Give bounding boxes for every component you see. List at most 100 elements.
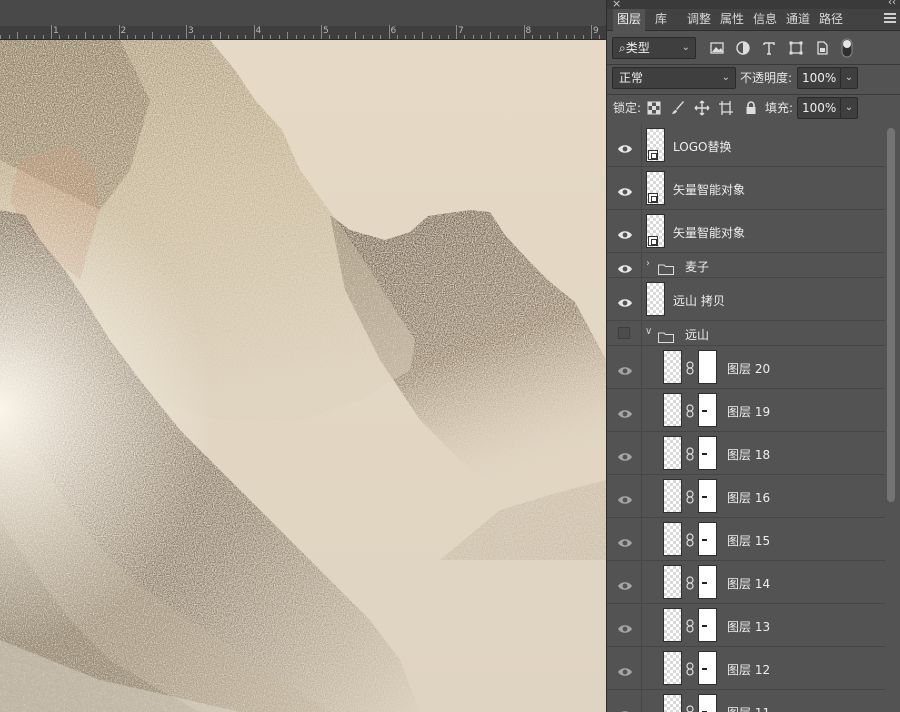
layer-row[interactable]: ∨ 远山 [607, 321, 885, 346]
visibility-cell[interactable] [607, 210, 642, 252]
mask-link-icon[interactable] [686, 360, 694, 375]
layer-mask-thumbnail[interactable] [698, 350, 717, 384]
tab-adjustments[interactable]: 调整 [683, 9, 715, 31]
visibility-cell[interactable] [607, 690, 642, 712]
layer-row[interactable]: LOGO替换 [607, 124, 885, 167]
tab-properties[interactable]: 属性 [716, 9, 748, 31]
layers-scrollbar-thumb[interactable] [887, 128, 895, 502]
layer-row[interactable]: 远山 拷贝 [607, 278, 885, 321]
eye-icon[interactable] [617, 620, 633, 633]
horizontal-ruler[interactable]: 1 2 3 4 5 6 7 8 9 [0, 25, 606, 40]
visibility-cell[interactable] [607, 124, 642, 166]
ruler-minor-tick [430, 35, 432, 39]
layer-row[interactable]: 图层 11 [607, 690, 885, 712]
visibility-cell[interactable] [607, 389, 642, 431]
adjustment-filter-icon[interactable] [735, 40, 751, 56]
smart-object-filter-icon[interactable] [814, 40, 830, 56]
layer-mask-thumbnail[interactable] [698, 436, 717, 470]
visibility-cell[interactable] [607, 278, 642, 320]
tab-libraries[interactable]: 库 [651, 9, 671, 31]
visibility-cell[interactable] [607, 253, 642, 277]
group-expanded-arrow-icon[interactable]: ∨ [645, 326, 652, 337]
ruler-minor-tick [135, 35, 137, 39]
visibility-hidden-box[interactable] [618, 327, 630, 339]
layer-mask-thumbnail[interactable] [698, 393, 717, 427]
artwork-canvas[interactable] [0, 40, 606, 712]
layer-mask-thumbnail[interactable] [698, 651, 717, 685]
layer-mask-thumbnail[interactable] [698, 608, 717, 642]
layer-row[interactable]: 图层 12 [607, 647, 885, 690]
blend-mode-select[interactable]: 正常 ⌄ [612, 67, 736, 89]
ruler-minor-tick [25, 35, 27, 39]
panel-menu-icon[interactable] [884, 13, 896, 23]
lock-artboard-icon[interactable] [718, 100, 734, 116]
layer-row[interactable]: 图层 14 [607, 561, 885, 604]
document-canvas-area[interactable]: 1 2 3 4 5 6 7 8 9 [0, 0, 606, 712]
type-filter-icon[interactable] [761, 40, 777, 56]
tab-info[interactable]: 信息 [749, 9, 781, 31]
layer-mask-thumbnail[interactable] [698, 522, 717, 556]
ruler-minor-tick [515, 35, 517, 39]
layer-mask-thumbnail[interactable] [698, 565, 717, 599]
filter-toggle-icon[interactable] [841, 38, 853, 58]
layer-row[interactable]: 图层 15 [607, 518, 885, 561]
layer-row[interactable]: 图层 19 [607, 389, 885, 432]
layer-row[interactable]: › 麦子 [607, 253, 885, 278]
panel-collapse-icon[interactable]: ‹‹ [888, 0, 896, 8]
layer-row[interactable]: 矢量智能对象 [607, 210, 885, 253]
eye-icon[interactable] [617, 405, 633, 418]
layer-row[interactable]: 图层 18 [607, 432, 885, 475]
group-collapsed-arrow-icon[interactable]: › [646, 258, 650, 269]
eye-icon[interactable] [617, 706, 633, 712]
fill-dropdown-button[interactable]: ⌄ [840, 97, 858, 119]
eye-icon[interactable] [617, 534, 633, 547]
visibility-cell[interactable] [607, 321, 642, 345]
lock-all-icon[interactable] [743, 100, 759, 116]
eye-icon[interactable] [617, 226, 633, 239]
opacity-field[interactable]: 100% [797, 67, 841, 89]
lock-position-icon[interactable] [694, 100, 710, 116]
visibility-cell[interactable] [607, 346, 642, 388]
lock-paint-icon[interactable] [670, 100, 686, 116]
mask-link-icon[interactable] [686, 704, 694, 712]
visibility-cell[interactable] [607, 561, 642, 603]
eye-icon[interactable] [617, 448, 633, 461]
ruler-minor-tick [447, 35, 449, 39]
tab-layers[interactable]: 图层 [613, 9, 646, 31]
mask-link-icon[interactable] [686, 661, 694, 676]
layer-row[interactable]: 图层 16 [607, 475, 885, 518]
mask-link-icon[interactable] [686, 532, 694, 547]
visibility-cell[interactable] [607, 518, 642, 560]
eye-icon[interactable] [617, 183, 633, 196]
eye-icon[interactable] [617, 663, 633, 676]
eye-icon[interactable] [617, 260, 633, 273]
filter-kind-select[interactable]: ⌕类型 ⌄ [612, 37, 696, 59]
layer-mask-thumbnail[interactable] [698, 694, 717, 712]
mask-link-icon[interactable] [686, 446, 694, 461]
visibility-cell[interactable] [607, 647, 642, 689]
visibility-cell[interactable] [607, 475, 642, 517]
eye-icon[interactable] [617, 491, 633, 504]
tab-channels[interactable]: 通道 [782, 9, 814, 31]
eye-icon[interactable] [617, 577, 633, 590]
visibility-cell[interactable] [607, 604, 642, 646]
eye-icon[interactable] [617, 362, 633, 375]
layer-mask-thumbnail[interactable] [698, 479, 717, 513]
mask-link-icon[interactable] [686, 403, 694, 418]
layer-row[interactable]: 图层 13 [607, 604, 885, 647]
layer-row[interactable]: 图层 20 [607, 346, 885, 389]
lock-transparent-icon[interactable] [647, 101, 661, 115]
mask-link-icon[interactable] [686, 489, 694, 504]
fill-field[interactable]: 100% [797, 97, 841, 119]
visibility-cell[interactable] [607, 432, 642, 474]
image-filter-icon[interactable] [709, 40, 725, 56]
visibility-cell[interactable] [607, 167, 642, 209]
eye-icon[interactable] [617, 294, 633, 307]
eye-icon[interactable] [617, 140, 633, 153]
tab-paths[interactable]: 路径 [815, 9, 847, 31]
mask-link-icon[interactable] [686, 575, 694, 590]
shape-filter-icon[interactable] [788, 40, 804, 56]
opacity-dropdown-button[interactable]: ⌄ [840, 67, 858, 89]
mask-link-icon[interactable] [686, 618, 694, 633]
layer-row[interactable]: 矢量智能对象 [607, 167, 885, 210]
